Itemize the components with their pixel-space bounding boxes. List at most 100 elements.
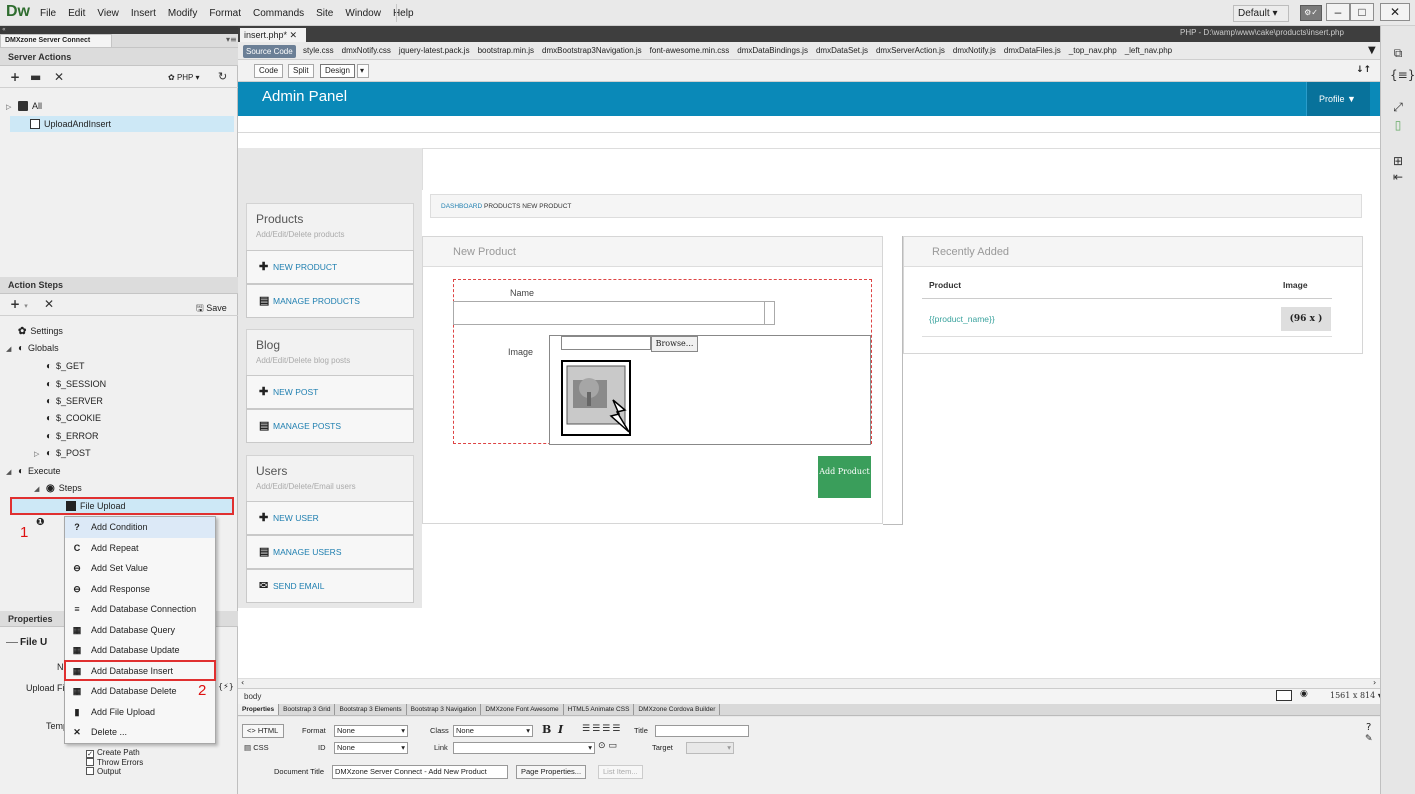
profile-menu[interactable]: Profile ▼ xyxy=(1306,82,1370,116)
prop-tab[interactable]: Bootstrap 3 Navigation xyxy=(407,704,482,715)
step-get[interactable]: ◐ $_GET xyxy=(34,358,85,374)
checkbox-create-path[interactable]: ✓ Create Path xyxy=(86,748,140,758)
split-view-button[interactable]: Split xyxy=(288,64,314,78)
panel-tab-server-connect[interactable]: DMXzone Server Connect xyxy=(0,34,112,48)
source-code-tab[interactable]: Source Code xyxy=(243,45,296,58)
files-panel-icon[interactable]: ⧉ xyxy=(1390,46,1406,62)
tree-item-uploadandinsert[interactable]: UploadAndInsert xyxy=(30,116,111,132)
menu-item-add-response[interactable]: ⊖ Add Response xyxy=(65,579,215,600)
view-dropdown-icon[interactable]: ▾ xyxy=(357,64,369,78)
sitemap-icon[interactable]: ⊞ xyxy=(1390,154,1406,170)
class-select[interactable]: None ▾ xyxy=(453,725,533,737)
server-behaviors-icon[interactable]: ⤢ xyxy=(1390,100,1406,116)
format-select[interactable]: None ▾ xyxy=(334,725,408,737)
related-file[interactable]: bootstrap.min.js xyxy=(478,46,534,55)
menu-format[interactable]: Format xyxy=(209,8,241,19)
window-size[interactable]: 1561 x 814 ▾ xyxy=(1330,691,1382,700)
step-globals[interactable]: ◢ ◐ Globals xyxy=(6,340,59,356)
tree-folder-all[interactable]: ▷ All xyxy=(6,98,42,114)
menu-item-add-file-upload[interactable]: ▮ Add File Upload xyxy=(65,702,215,723)
checkbox-box[interactable] xyxy=(86,767,94,775)
php-selector[interactable]: ✿ PHP ▾ xyxy=(168,73,200,82)
scroll-right-icon[interactable]: › xyxy=(1373,678,1376,687)
delete-step-icon[interactable]: ✕ xyxy=(44,297,54,311)
browse-button[interactable]: Browse... xyxy=(651,336,698,352)
menu-item-add-database-update[interactable]: ▦ Add Database Update xyxy=(65,640,215,661)
edit-icon[interactable]: ✎ xyxy=(1365,734,1373,744)
close-window-button[interactable]: ✕ xyxy=(1380,3,1410,21)
menu-item-add-set-value[interactable]: ⊖ Add Set Value xyxy=(65,558,215,579)
list-indent-icons[interactable]: ☰☰☰☰ xyxy=(582,724,622,734)
menu-insert[interactable]: Insert xyxy=(131,8,156,19)
tab-insert-php[interactable]: insert.php* ✕ xyxy=(240,28,306,42)
related-file[interactable]: _top_nav.php xyxy=(1069,46,1117,55)
prop-tab[interactable]: HTML5 Animate CSS xyxy=(564,704,635,715)
checkbox-output[interactable]: Output xyxy=(86,767,121,776)
step-settings[interactable]: ✿ Settings xyxy=(6,323,63,339)
site-brand[interactable]: Admin Panel xyxy=(262,90,347,116)
related-file[interactable]: dmxDataBindings.js xyxy=(737,46,808,55)
checkbox-box[interactable] xyxy=(86,757,94,766)
horizontal-scrollbar[interactable] xyxy=(238,678,1380,688)
filter-icon[interactable]: ▼ xyxy=(1368,45,1376,56)
related-file[interactable]: dmxNotify.css xyxy=(342,46,391,55)
design-view-button[interactable]: Design xyxy=(320,64,355,78)
collapse-arrows-icon[interactable]: « xyxy=(2,26,6,33)
related-file[interactable]: dmxNotify.js xyxy=(953,46,996,55)
body-tag[interactable]: body xyxy=(244,692,261,701)
related-file[interactable]: dmxDataSet.js xyxy=(816,46,868,55)
page-properties-button[interactable]: Page Properties... xyxy=(516,765,587,779)
menu-commands[interactable]: Commands xyxy=(253,8,304,19)
sort-icon[interactable]: ↓↑ xyxy=(1356,65,1371,75)
bindings-panel-icon[interactable]: {≡} xyxy=(1390,68,1415,84)
prop-tab[interactable]: DMXzone Cordova Builder xyxy=(634,704,721,715)
menu-item-add-database-delete[interactable]: ▦ Add Database Delete xyxy=(65,681,215,702)
list-item-button[interactable]: List Item... xyxy=(598,765,643,779)
related-file[interactable]: jquery-latest.pack.js xyxy=(399,46,470,55)
id-select[interactable]: None ▾ xyxy=(334,742,408,754)
step-error[interactable]: ◐ $_ERROR xyxy=(34,428,99,444)
target-select[interactable]: ▾ xyxy=(686,742,734,754)
dynamic-data-icon[interactable]: {⚡} xyxy=(218,682,234,691)
related-file[interactable]: dmxBootstrap3Navigation.js xyxy=(542,46,642,55)
related-file[interactable]: dmxServerAction.js xyxy=(876,46,945,55)
checkbox-throw-errors[interactable]: Throw Errors xyxy=(86,757,143,767)
link-input[interactable]: ▾ xyxy=(453,742,595,754)
nav-new-post[interactable]: ✚ NEW POST xyxy=(246,375,414,409)
related-file[interactable]: dmxDataFiles.js xyxy=(1004,46,1061,55)
globe-icon[interactable]: ◉ xyxy=(1300,689,1308,699)
menu-window[interactable]: Window xyxy=(345,8,381,19)
code-view-button[interactable]: Code xyxy=(254,64,284,78)
breadcrumb-dashboard[interactable]: DASHBOARD xyxy=(441,203,482,210)
nav-new-user[interactable]: ✚ NEW USER xyxy=(246,501,414,535)
add-product-button[interactable]: Add Product xyxy=(818,456,871,498)
panel-collapse-strip[interactable] xyxy=(0,26,238,34)
related-file[interactable]: font-awesome.min.css xyxy=(650,46,730,55)
nav-manage-products[interactable]: ▤ MANAGE PRODUCTS xyxy=(246,284,414,318)
bold-button[interactable]: B xyxy=(542,723,551,736)
nav-new-product[interactable]: ✚ NEW PRODUCT xyxy=(246,250,414,284)
nav-manage-users[interactable]: ▤ MANAGE USERS xyxy=(246,535,414,569)
nav-send-email[interactable]: ✉ SEND EMAIL xyxy=(246,569,414,603)
name-input[interactable] xyxy=(453,301,775,325)
step-execute[interactable]: ◢ ◐ Execute xyxy=(6,463,61,479)
panel-menu-icon[interactable]: ▾≡ xyxy=(226,35,237,44)
menu-item-add-condition[interactable]: ? Add Condition xyxy=(65,517,215,538)
save-button[interactable]: 🖫 Save xyxy=(196,301,227,317)
delete-icon[interactable]: ✕ xyxy=(54,70,64,84)
workspace-switcher[interactable]: Default ▾ xyxy=(1233,5,1289,22)
maximize-button[interactable]: □ xyxy=(1350,3,1374,21)
prop-tab[interactable]: Bootstrap 3 Grid xyxy=(279,704,336,715)
menu-file[interactable]: File xyxy=(40,8,56,19)
file-input[interactable] xyxy=(561,336,651,350)
menu-item-add-database-query[interactable]: ▦ Add Database Query xyxy=(65,620,215,641)
html-mode-button[interactable]: <> HTML xyxy=(242,724,284,738)
add-icon[interactable]: + xyxy=(10,70,20,84)
css-mode-button[interactable]: ▤ CSS xyxy=(244,743,269,752)
prop-tab[interactable]: DMXzone Font Awesome xyxy=(481,704,564,715)
device-preview-icon[interactable] xyxy=(1276,690,1292,701)
folder-icon[interactable]: ▬ xyxy=(30,70,41,84)
related-file[interactable]: style.css xyxy=(303,46,334,55)
prop-tab[interactable]: Properties xyxy=(238,704,280,715)
menu-modify[interactable]: Modify xyxy=(168,8,197,19)
